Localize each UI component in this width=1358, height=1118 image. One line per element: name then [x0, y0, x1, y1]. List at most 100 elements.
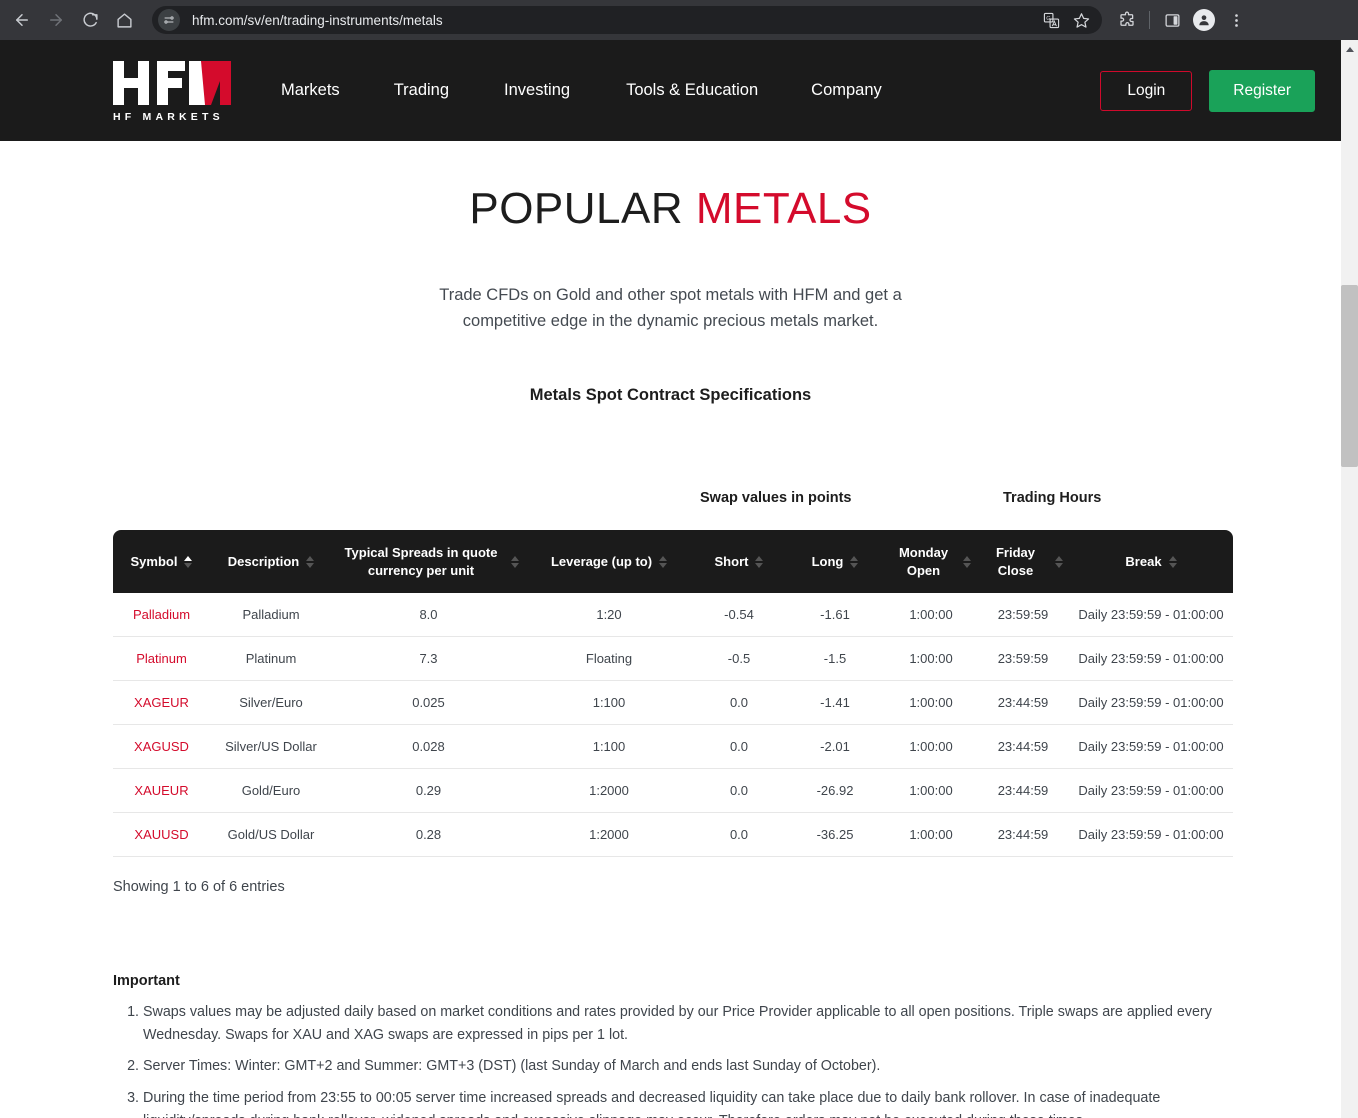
hfm-logo[interactable]: HF MARKETS — [113, 59, 233, 123]
sort-arrows-icon[interactable] — [659, 555, 668, 568]
cell-leverage: 1:20 — [525, 593, 693, 638]
column-header-symbol-label: Symbol — [130, 553, 178, 569]
column-header-leverage[interactable]: Leverage (up to) — [525, 530, 693, 594]
three-dot-menu-icon[interactable] — [1221, 5, 1251, 35]
list-item: Server Times: Winter: GMT+2 and Summer: … — [143, 1055, 1233, 1078]
cell-description: Gold/US Dollar — [210, 812, 332, 858]
page-info-icon[interactable] — [158, 9, 180, 31]
puzzle-piece-icon[interactable] — [1112, 5, 1142, 35]
cell-monday-open: 1:00:00 — [885, 593, 977, 638]
cell-monday-open: 1:00:00 — [885, 724, 977, 770]
important-title: Important — [113, 973, 180, 990]
hfm-logo-subtitle: HF MARKETS — [113, 110, 224, 123]
star-icon[interactable] — [1068, 7, 1094, 33]
side-panel-icon[interactable] — [1157, 5, 1187, 35]
translate-icon[interactable]: G — [1038, 7, 1064, 33]
symbol-link[interactable]: XAGEUR — [134, 695, 189, 710]
cell-short: 0.0 — [693, 768, 785, 814]
sort-arrows-icon[interactable] — [1055, 555, 1063, 568]
back-arrow-icon[interactable] — [6, 4, 38, 36]
cell-long: -1.61 — [785, 593, 885, 638]
cell-symbol: XAUEUR — [113, 768, 210, 814]
cell-long: -26.92 — [785, 768, 885, 814]
table-head: Symbol Description Typical Spreads in qu… — [113, 530, 1233, 594]
reload-icon[interactable] — [74, 4, 106, 36]
profile-avatar-icon[interactable] — [1189, 5, 1219, 35]
list-item: Swaps values may be adjusted daily based… — [143, 1001, 1233, 1046]
important-section: Important Swaps values may be adjusted d… — [113, 973, 1233, 1118]
column-header-short[interactable]: Short — [693, 530, 785, 594]
scrollbar-up-arrow-icon[interactable] — [1341, 42, 1358, 56]
column-header-description[interactable]: Description — [210, 530, 332, 594]
page-title: POPULAR METALS — [0, 184, 1341, 234]
column-header-friday-close-label: Friday Close — [995, 545, 1035, 578]
site-header: HF MARKETS Markets Trading Investing Too… — [0, 40, 1341, 141]
section-title: Metals Spot Contract Specifications — [529, 386, 812, 405]
group-label-swap-values: Swap values in points — [700, 490, 852, 507]
table-row: XAGEUR Silver/Euro 0.025 1:100 0.0 -1.41… — [113, 680, 1233, 726]
cell-short: 0.0 — [693, 724, 785, 770]
cell-friday-close: 23:44:59 — [977, 768, 1069, 814]
sort-arrows-icon[interactable] — [306, 555, 315, 568]
login-button[interactable]: Login — [1100, 70, 1193, 111]
sort-arrows-icon[interactable] — [755, 555, 764, 568]
nav-item-markets[interactable]: Markets — [281, 81, 340, 100]
specifications-table-wrapper: Symbol Description Typical Spreads in qu… — [113, 530, 1233, 858]
cell-monday-open: 1:00:00 — [885, 680, 977, 726]
cell-long: -1.5 — [785, 636, 885, 682]
symbol-link[interactable]: XAGUSD — [134, 739, 189, 754]
cell-long: -1.41 — [785, 680, 885, 726]
address-bar[interactable]: hfm.com/sv/en/trading-instruments/metals… — [152, 6, 1102, 34]
sort-arrows-icon[interactable] — [963, 555, 971, 568]
symbol-link[interactable]: Palladium — [133, 607, 190, 622]
cell-description: Platinum — [210, 636, 332, 682]
nav-item-trading[interactable]: Trading — [394, 81, 449, 100]
table-group-labels: Swap values in points Trading Hours — [0, 490, 1341, 516]
cell-short: -0.5 — [693, 636, 785, 682]
cell-monday-open: 1:00:00 — [885, 768, 977, 814]
column-header-typical-spreads-label: Typical Spreads in quote currency per un… — [344, 545, 498, 578]
symbol-link[interactable]: XAUEUR — [134, 783, 188, 798]
column-header-long[interactable]: Long — [785, 530, 885, 594]
table-entries-info: Showing 1 to 6 of 6 entries — [113, 879, 285, 896]
cell-break: Daily 23:59:59 - 01:00:00 — [1069, 724, 1233, 770]
nav-item-investing[interactable]: Investing — [504, 81, 570, 100]
column-header-typical-spreads[interactable]: Typical Spreads in quote currency per un… — [332, 530, 525, 594]
symbol-link[interactable]: Platinum — [136, 651, 187, 666]
hero-subtitle: Trade CFDs on Gold and other spot metals… — [0, 283, 1341, 334]
nav-item-company[interactable]: Company — [811, 81, 882, 100]
column-header-symbol[interactable]: Symbol — [113, 530, 210, 594]
column-header-long-label: Long — [811, 553, 844, 569]
column-header-break[interactable]: Break — [1069, 530, 1233, 594]
cell-friday-close: 23:44:59 — [977, 724, 1069, 770]
sort-arrows-icon[interactable] — [184, 555, 193, 568]
forward-arrow-icon[interactable] — [40, 4, 72, 36]
column-header-break-label: Break — [1125, 553, 1162, 569]
nav-item-tools-education[interactable]: Tools & Education — [626, 81, 758, 100]
cell-spread: 0.025 — [332, 680, 525, 726]
sort-arrows-icon[interactable] — [511, 555, 519, 568]
browser-toolbar: hfm.com/sv/en/trading-instruments/metals… — [0, 0, 1358, 40]
page-viewport: HF MARKETS Markets Trading Investing Too… — [0, 40, 1341, 1118]
hero-subtitle-line2: competitive edge in the dynamic precious… — [462, 311, 879, 330]
cell-spread: 8.0 — [332, 593, 525, 638]
column-header-monday-open[interactable]: Monday Open — [885, 530, 977, 594]
symbol-link[interactable]: XAUUSD — [134, 827, 188, 842]
sort-arrows-icon[interactable] — [1168, 555, 1177, 568]
hero-subtitle-line1: Trade CFDs on Gold and other spot metals… — [439, 286, 902, 304]
home-icon[interactable] — [108, 4, 140, 36]
important-list: Swaps values may be adjusted daily based… — [113, 1001, 1233, 1118]
page-scrollbar[interactable] — [1341, 40, 1358, 1118]
column-header-friday-close[interactable]: Friday Close — [977, 530, 1069, 594]
cell-spread: 0.028 — [332, 724, 525, 770]
cell-break: Daily 23:59:59 - 01:00:00 — [1069, 636, 1233, 682]
scrollbar-thumb[interactable] — [1341, 285, 1358, 467]
cell-friday-close: 23:44:59 — [977, 812, 1069, 858]
table-row: XAGUSD Silver/US Dollar 0.028 1:100 0.0 … — [113, 724, 1233, 770]
sort-arrows-icon[interactable] — [850, 555, 859, 568]
register-button[interactable]: Register — [1209, 69, 1315, 112]
main-navigation: Markets Trading Investing Tools & Educat… — [258, 81, 882, 100]
chrome-right-actions — [1112, 5, 1251, 35]
url-text: hfm.com/sv/en/trading-instruments/metals — [192, 12, 443, 28]
cell-description: Gold/Euro — [210, 768, 332, 814]
